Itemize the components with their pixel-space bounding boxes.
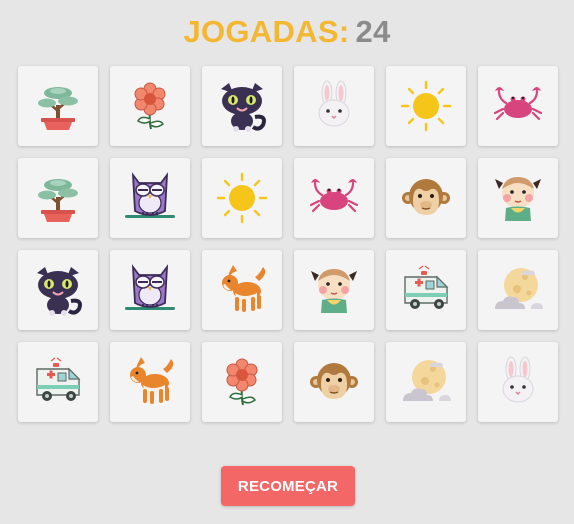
memory-card[interactable]: [294, 158, 374, 238]
memory-card[interactable]: [478, 158, 558, 238]
flower-icon: [215, 355, 269, 409]
moon-cloud-icon: [399, 355, 453, 409]
crab-icon: [491, 79, 545, 133]
crab-icon: [307, 171, 361, 225]
moon-cloud-icon: [491, 263, 545, 317]
baby-girl-icon: [491, 171, 545, 225]
memory-card[interactable]: [294, 250, 374, 330]
memory-card[interactable]: [110, 158, 190, 238]
ambulance-icon: [399, 263, 453, 317]
memory-card[interactable]: [478, 250, 558, 330]
memory-card[interactable]: [110, 66, 190, 146]
memory-card[interactable]: [386, 66, 466, 146]
bonsai-icon: [31, 171, 85, 225]
moves-label: JOGADAS:: [183, 14, 350, 49]
memory-card[interactable]: [478, 66, 558, 146]
sun-icon: [399, 79, 453, 133]
memory-card[interactable]: [386, 342, 466, 422]
memory-card[interactable]: [18, 158, 98, 238]
rabbit-icon: [307, 79, 361, 133]
shiba-dog-icon: [123, 355, 177, 409]
bonsai-icon: [31, 79, 85, 133]
memory-card[interactable]: [202, 66, 282, 146]
memory-card[interactable]: [110, 250, 190, 330]
black-cat-icon: [215, 79, 269, 133]
memory-card[interactable]: [386, 250, 466, 330]
memory-card[interactable]: [478, 342, 558, 422]
rabbit-icon: [491, 355, 545, 409]
memory-board: [18, 66, 558, 422]
memory-card[interactable]: [202, 158, 282, 238]
black-cat-icon: [31, 263, 85, 317]
moves-count: 24: [355, 14, 391, 49]
moves-header: JOGADAS: 24: [0, 14, 574, 50]
owl-icon: [123, 171, 177, 225]
memory-card[interactable]: [110, 342, 190, 422]
memory-card[interactable]: [294, 342, 374, 422]
memory-card[interactable]: [386, 158, 466, 238]
memory-card[interactable]: [294, 66, 374, 146]
flower-icon: [123, 79, 177, 133]
memory-card[interactable]: [18, 250, 98, 330]
memory-card[interactable]: [202, 250, 282, 330]
memory-card[interactable]: [202, 342, 282, 422]
memory-card[interactable]: [18, 342, 98, 422]
memory-card[interactable]: [18, 66, 98, 146]
restart-button[interactable]: RECOMEÇAR: [221, 466, 355, 506]
owl-icon: [123, 263, 177, 317]
monkey-icon: [307, 355, 361, 409]
monkey-icon: [399, 171, 453, 225]
baby-girl-icon: [307, 263, 361, 317]
ambulance-icon: [31, 355, 85, 409]
shiba-dog-icon: [215, 263, 269, 317]
sun-icon: [215, 171, 269, 225]
